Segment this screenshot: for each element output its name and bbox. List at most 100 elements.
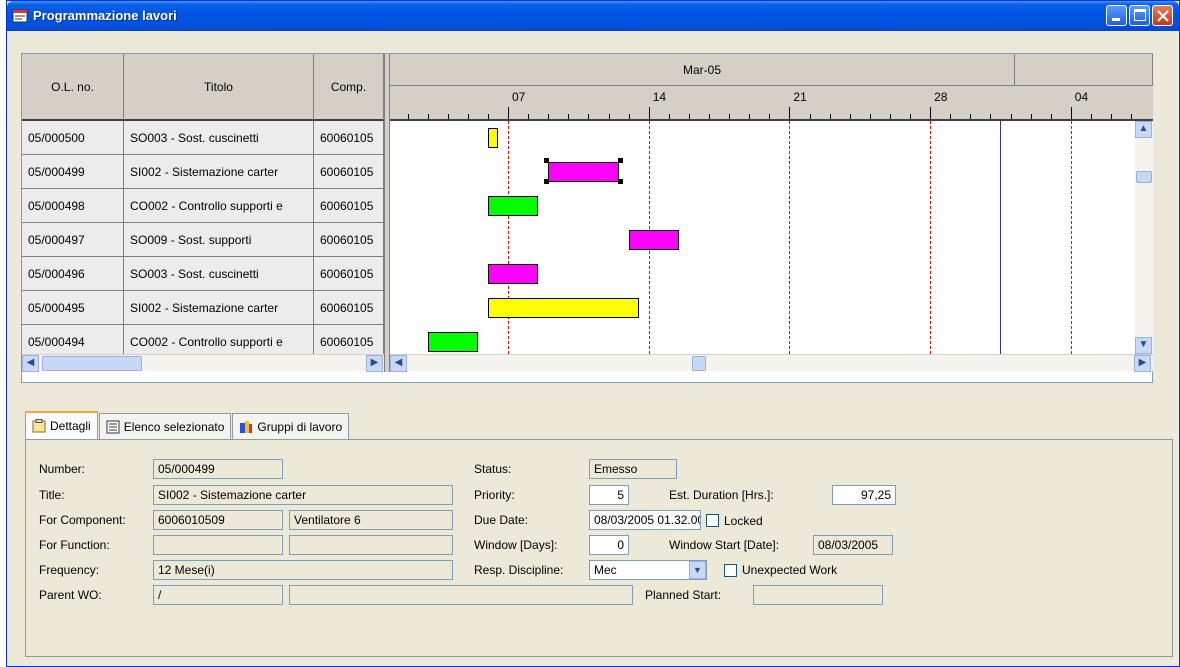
list-icon xyxy=(106,420,120,433)
gantt-bar[interactable] xyxy=(427,332,478,352)
title-field[interactable]: SI002 - Sistemazione carter xyxy=(153,485,453,505)
table-row[interactable]: 05/000497 SO009 - Sost. supporti 60060105 xyxy=(22,223,384,257)
close-button[interactable] xyxy=(1152,5,1173,26)
gantt-body[interactable] xyxy=(390,121,1135,354)
column-header-wo-number[interactable]: O.L. no. xyxy=(22,54,124,121)
maximize-button[interactable] xyxy=(1129,5,1150,26)
component-code-field[interactable]: 6006010509 xyxy=(153,510,283,530)
resize-handle[interactable] xyxy=(544,158,550,163)
gantt-vertical-scrollbar[interactable]: ▲ ▼ xyxy=(1135,121,1153,354)
window-start-field[interactable]: 08/03/2005 xyxy=(813,535,893,555)
scroll-down-icon[interactable]: ▼ xyxy=(1135,337,1152,354)
resize-handle[interactable] xyxy=(617,179,623,184)
est-duration-field[interactable]: 97,25 xyxy=(832,485,896,505)
week-gridline xyxy=(1070,121,1072,354)
cell-component: 60060105 xyxy=(314,291,384,325)
priority-label: Priority: xyxy=(474,488,515,502)
gantt-scroll-thumb[interactable] xyxy=(692,356,706,371)
scale-tick xyxy=(869,114,871,119)
title-bar[interactable]: Programmazione lavori xyxy=(7,1,1179,31)
gantt-bar[interactable] xyxy=(487,128,498,148)
scale-tick xyxy=(668,114,670,119)
window-days-field[interactable]: 0 xyxy=(589,535,629,555)
frequency-field[interactable]: 12 Mese(i) xyxy=(153,560,453,580)
gantt-bar[interactable] xyxy=(487,264,539,284)
scale-tick xyxy=(709,114,710,119)
due-date-label: Due Date: xyxy=(474,513,529,527)
cell-title: SI002 - Sistemazione carter xyxy=(124,155,314,189)
column-header-title[interactable]: Titolo xyxy=(124,54,314,121)
detail-tabs: Dettagli Elenco selezionato Gruppi di la… xyxy=(25,411,350,439)
number-label: Number: xyxy=(39,462,86,476)
scroll-up-icon[interactable]: ▲ xyxy=(1135,121,1152,138)
chevron-down-icon[interactable]: ▼ xyxy=(689,561,706,579)
app-icon xyxy=(12,9,28,23)
week-label: 14 xyxy=(652,90,667,104)
number-field[interactable]: 05/000499 xyxy=(153,459,283,479)
gantt-bar[interactable] xyxy=(487,196,539,216)
group-icon xyxy=(240,420,253,433)
scale-tick xyxy=(447,114,449,119)
scale-tick xyxy=(568,114,570,119)
scale-tick xyxy=(628,114,630,119)
table-row[interactable]: 05/000499 SI002 - Sistemazione carter 6006… xyxy=(22,155,384,189)
column-header-component[interactable]: Comp. xyxy=(314,54,384,121)
resize-handle[interactable] xyxy=(544,179,550,184)
minimize-button[interactable] xyxy=(1106,5,1127,26)
cell-component: 60060105 xyxy=(314,189,384,223)
unexpected-work-checkbox[interactable] xyxy=(724,564,737,577)
scale-tick xyxy=(950,114,952,119)
tab-gruppi-di-lavoro[interactable]: Gruppi di lavoro xyxy=(232,413,350,439)
scale-tick xyxy=(1050,114,1052,119)
scale-tick xyxy=(508,107,509,119)
resize-handle[interactable] xyxy=(617,158,623,163)
priority-field[interactable]: 5 xyxy=(589,485,629,505)
table-row[interactable]: 05/000500 SO003 - Sost. cuscinetti 6006010… xyxy=(22,121,384,155)
table-row[interactable]: 05/000495 SI002 - Sistemazione carter 6006… xyxy=(22,291,384,325)
cell-component: 60060105 xyxy=(314,155,384,189)
gantt-bar[interactable] xyxy=(548,162,619,182)
vscroll-thumb[interactable] xyxy=(1136,171,1152,183)
scale-tick xyxy=(548,114,550,119)
table-row[interactable]: 05/000494 CO002 - Controllo supporti e 600… xyxy=(22,325,384,354)
locked-checkbox[interactable] xyxy=(706,514,719,527)
gantt-bar[interactable] xyxy=(487,298,639,318)
due-date-field[interactable]: 08/03/2005 01.32.00 xyxy=(589,510,701,530)
scale-tick xyxy=(789,107,791,119)
cell-wo-number: 05/000498 xyxy=(22,189,124,223)
scale-tick xyxy=(889,114,891,119)
scroll-left-icon[interactable]: ◀ xyxy=(22,355,39,372)
gantt-chart: Mar-05 07 14 21 28 04 ▲ ▼ xyxy=(390,54,1153,354)
scroll-thumb[interactable] xyxy=(42,356,142,371)
scale-tick xyxy=(427,114,429,119)
scale-tick xyxy=(990,114,992,119)
planned-start-field[interactable] xyxy=(753,585,883,605)
table-row[interactable]: 05/000496 SO003 - Sost. cuscinetti 6006010… xyxy=(22,257,384,291)
scale-tick xyxy=(487,114,489,119)
function-code-field[interactable] xyxy=(153,535,283,555)
scale-tick xyxy=(1111,114,1112,119)
tab-dettagli[interactable]: Dettagli xyxy=(25,411,98,439)
parent-wo-field[interactable]: / xyxy=(153,585,283,605)
main-window: Programmazione lavori O.L. no. Titolo Co… xyxy=(6,0,1180,667)
schedule-grid: O.L. no. Titolo Comp. 05/000500 SO003 - S… xyxy=(21,53,1153,383)
table-row[interactable]: 05/000498 CO002 - Controllo supporti e 600… xyxy=(22,189,384,223)
table-horizontal-scrollbar[interactable]: ◀ ▶ xyxy=(22,354,384,372)
close-icon xyxy=(1157,10,1169,22)
cell-title: SO003 - Sost. cuscinetti xyxy=(124,257,314,291)
scroll-right-icon[interactable]: ▶ xyxy=(366,355,383,372)
gantt-scroll-left-icon[interactable]: ◀ xyxy=(390,355,407,372)
tab-label: Gruppi di lavoro xyxy=(257,419,343,434)
parent-wo-desc-field[interactable] xyxy=(289,585,633,605)
gantt-scroll-right-icon[interactable]: ▶ xyxy=(1134,355,1151,372)
gantt-month-header: Mar-05 xyxy=(390,54,1015,86)
function-name-field[interactable] xyxy=(289,535,453,555)
status-field[interactable]: Emesso xyxy=(589,459,677,479)
tab-elenco-selezionato[interactable]: Elenco selezionato xyxy=(98,413,232,439)
tab-label: Dettagli xyxy=(50,419,91,433)
clipboard-icon xyxy=(32,419,46,433)
gantt-horizontal-scrollbar[interactable]: ◀ ▶ xyxy=(390,354,1153,372)
component-name-field[interactable]: Ventilatore 6 xyxy=(289,510,453,530)
gantt-bar[interactable] xyxy=(628,230,679,250)
maximize-icon xyxy=(1134,9,1146,21)
